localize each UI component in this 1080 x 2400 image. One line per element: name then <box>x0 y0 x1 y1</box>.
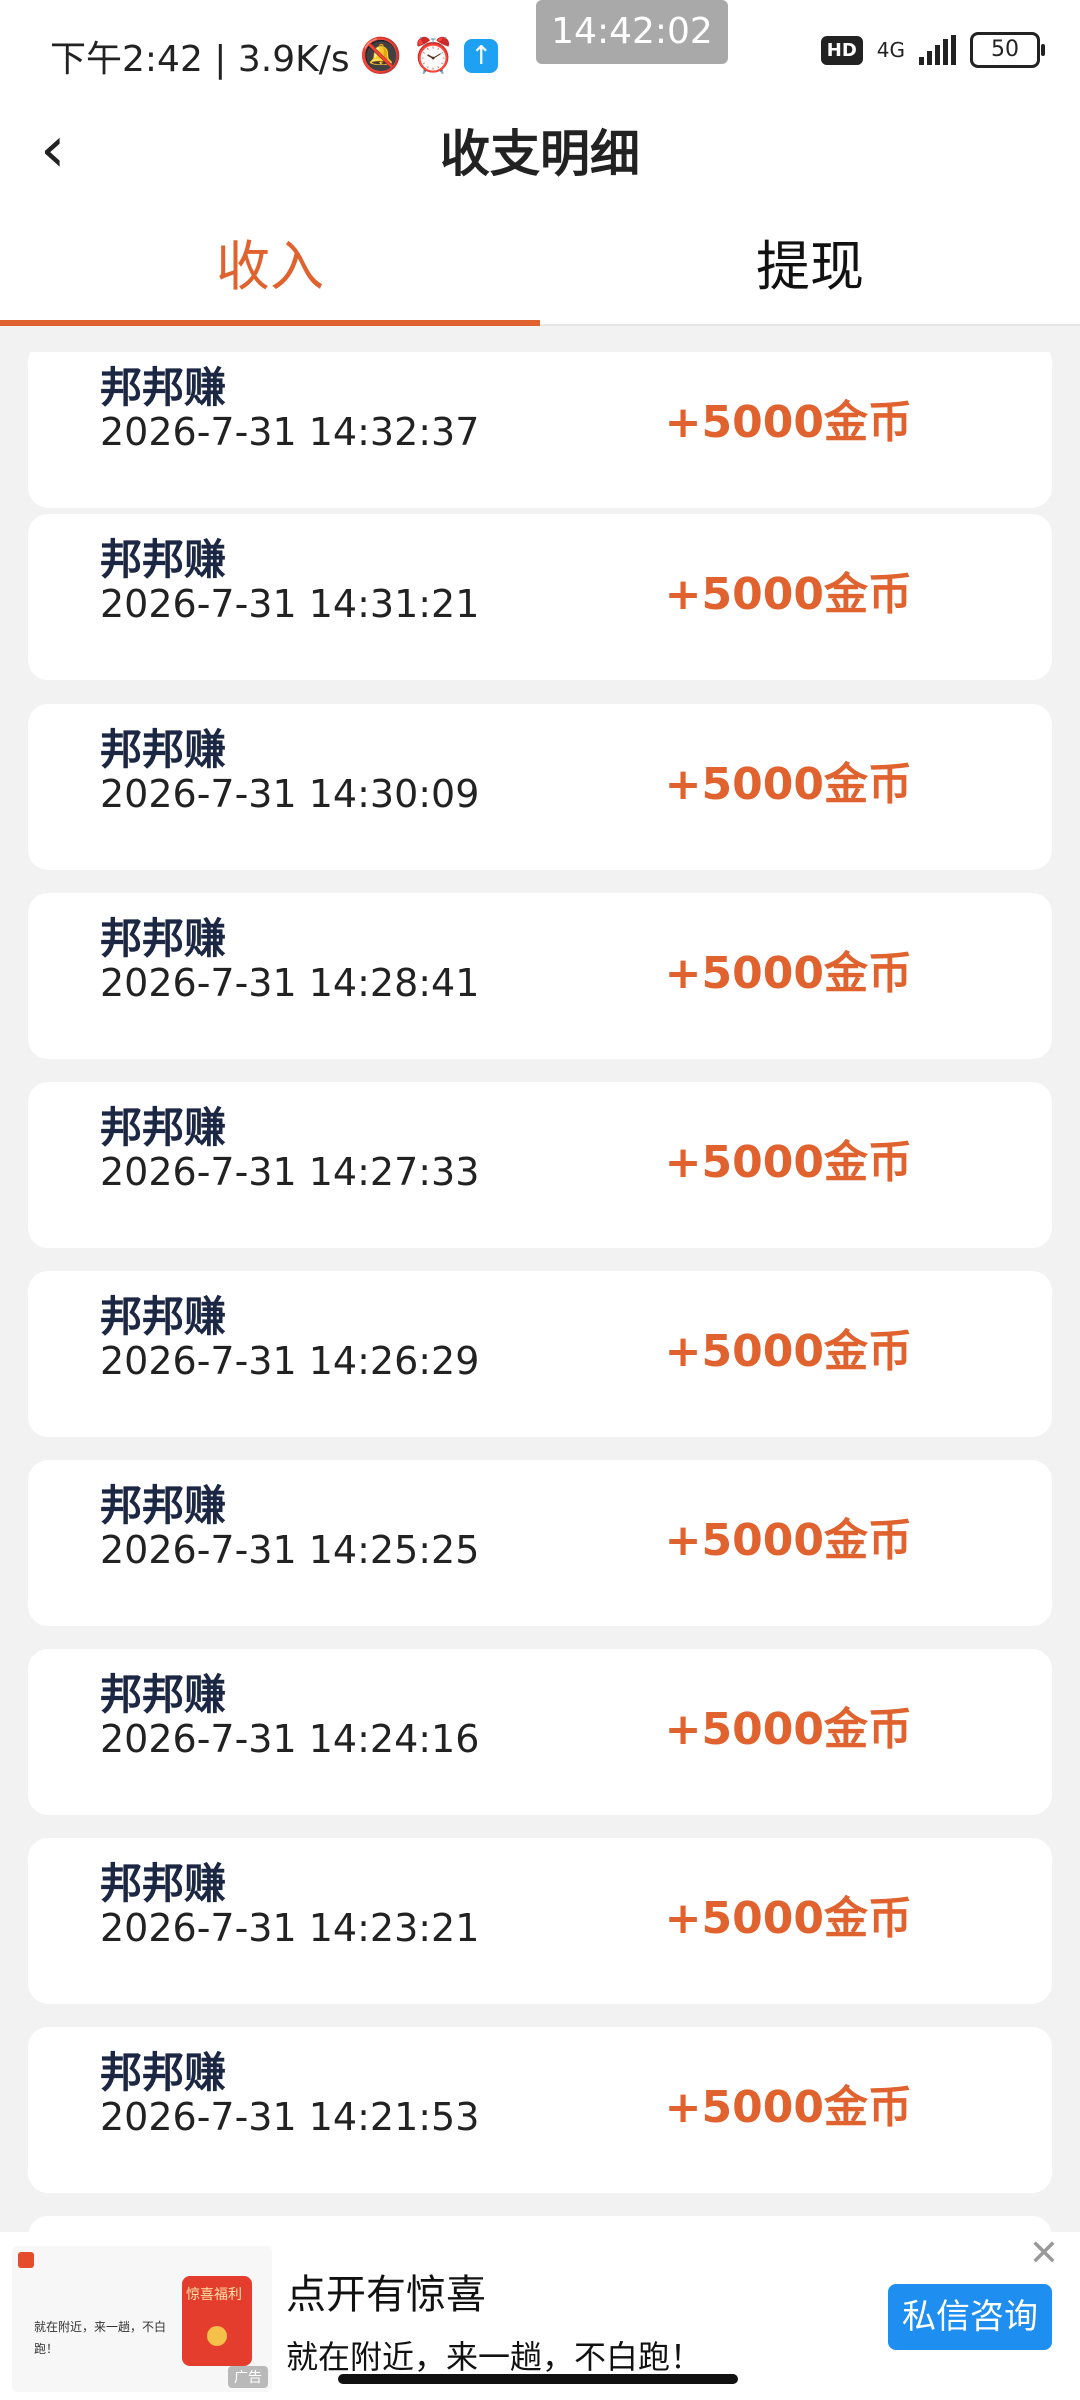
tab-income[interactable]: 收入 <box>0 222 540 301</box>
coin-icon <box>207 2326 227 2346</box>
record-time: 2026-7-31 14:30:09 <box>100 772 480 816</box>
record-source: 邦邦赚 <box>100 2048 227 2097</box>
record-time: 2026-7-31 14:25:25 <box>100 1528 480 1572</box>
page-title: 收支明细 <box>440 125 640 183</box>
record-time: 2026-7-31 14:32:37 <box>100 410 480 454</box>
list-item[interactable]: 邦邦赚 2026-7-31 14:26:29 +5000金币 <box>28 1271 1052 1437</box>
mute-bell-icon: 🔕 <box>359 36 402 76</box>
home-indicator[interactable] <box>338 2374 738 2384</box>
record-source: 邦邦赚 <box>100 363 227 412</box>
status-bar: 下午2:42 | 3.9K/s 🔕 ⏰ ↑ 14:42:02 HD 4G 50 <box>0 0 1080 96</box>
status-time-speed: 下午2:42 | 3.9K/s <box>50 39 350 80</box>
red-envelope-icon: 惊喜福利 <box>182 2276 252 2366</box>
ad-subtitle: 就在附近，来一趟，不白跑！ <box>286 2338 703 2376</box>
record-source: 邦邦赚 <box>100 1481 227 1530</box>
list-item-partial[interactable] <box>28 2216 1052 2232</box>
list-item[interactable]: 邦邦赚 2026-7-31 14:23:21 +5000金币 <box>28 1838 1052 2004</box>
ad-message-button[interactable]: 私信咨询 <box>888 2284 1052 2350</box>
record-source: 邦邦赚 <box>100 1670 227 1719</box>
list-item[interactable]: 邦邦赚 2026-7-31 14:27:33 +5000金币 <box>28 1082 1052 1248</box>
record-time: 2026-7-31 14:23:21 <box>100 1906 480 1950</box>
record-amount: +5000金币 <box>664 397 912 448</box>
list-item[interactable]: 邦邦赚 2026-7-31 14:31:21 +5000金币 <box>28 514 1052 680</box>
tab-bar: 收入 提现 <box>0 206 1080 326</box>
record-time: 2026-7-31 14:21:53 <box>100 2095 480 2139</box>
signal-icon <box>919 35 956 65</box>
ad-logo-icon <box>18 2252 34 2268</box>
ad-tag: 广告 <box>228 2366 268 2388</box>
ad-title: 点开有惊喜 <box>286 2272 486 2318</box>
list-item[interactable]: 邦邦赚 2026-7-31 14:21:53 +5000金币 <box>28 2027 1052 2193</box>
tab-withdraw[interactable]: 提现 <box>540 222 1080 301</box>
record-source: 邦邦赚 <box>100 1859 227 1908</box>
ad-thumbnail[interactable]: 就在附近，来一趟，不白跑！ 惊喜福利 广告 <box>12 2246 272 2392</box>
record-source: 邦邦赚 <box>100 725 227 774</box>
battery-icon: 50 <box>970 32 1045 68</box>
list-item[interactable]: 邦邦赚 2026-7-31 14:25:25 +5000金币 <box>28 1460 1052 1626</box>
app-header: ‹ 收支明细 <box>0 96 1080 206</box>
hd-badge: HD <box>820 35 863 65</box>
record-amount: +5000金币 <box>664 1326 912 1377</box>
alarm-icon: ⏰ <box>411 36 455 76</box>
record-source: 邦邦赚 <box>100 914 227 963</box>
record-amount: +5000金币 <box>664 1893 912 1944</box>
record-time: 2026-7-31 14:26:29 <box>100 1339 480 1383</box>
record-time: 2026-7-31 14:27:33 <box>100 1150 480 1194</box>
record-amount: +5000金币 <box>664 1515 912 1566</box>
record-amount: +5000金币 <box>664 569 912 620</box>
close-icon[interactable]: ✕ <box>1024 2234 1064 2274</box>
record-amount: +5000金币 <box>664 2082 912 2133</box>
income-record-list[interactable]: 邦邦赚 2026-7-31 14:32:37 +5000金币 邦邦赚 2026-… <box>0 352 1080 2232</box>
red-envelope-label: 惊喜福利 <box>186 2287 242 2303</box>
status-right: HD 4G 50 <box>820 32 1045 68</box>
record-source: 邦邦赚 <box>100 1103 227 1152</box>
list-item[interactable]: 邦邦赚 2026-7-31 14:24:16 +5000金币 <box>28 1649 1052 1815</box>
upload-app-icon: ↑ <box>464 39 499 73</box>
active-tab-indicator <box>0 320 540 326</box>
list-item[interactable]: 邦邦赚 2026-7-31 14:28:41 +5000金币 <box>28 893 1052 1059</box>
record-source: 邦邦赚 <box>100 535 227 584</box>
record-amount: +5000金币 <box>664 1704 912 1755</box>
list-item[interactable]: 邦邦赚 2026-7-31 14:30:09 +5000金币 <box>28 704 1052 870</box>
record-time: 2026-7-31 14:28:41 <box>100 961 480 1005</box>
ad-thumb-text: 就在附近，来一趟，不白跑！ <box>34 2320 167 2356</box>
record-amount: +5000金币 <box>664 759 912 810</box>
record-time: 2026-7-31 14:31:21 <box>100 582 480 626</box>
floating-clock: 14:42:02 <box>536 0 728 64</box>
record-amount: +5000金币 <box>664 1137 912 1188</box>
list-item[interactable]: 邦邦赚 2026-7-31 14:32:37 +5000金币 <box>28 352 1052 508</box>
network-type: 4G <box>876 38 905 62</box>
record-amount: +5000金币 <box>664 948 912 999</box>
record-time: 2026-7-31 14:24:16 <box>100 1717 480 1761</box>
status-left: 下午2:42 | 3.9K/s 🔕 ⏰ ↑ <box>50 30 499 82</box>
record-source: 邦邦赚 <box>100 1292 227 1341</box>
